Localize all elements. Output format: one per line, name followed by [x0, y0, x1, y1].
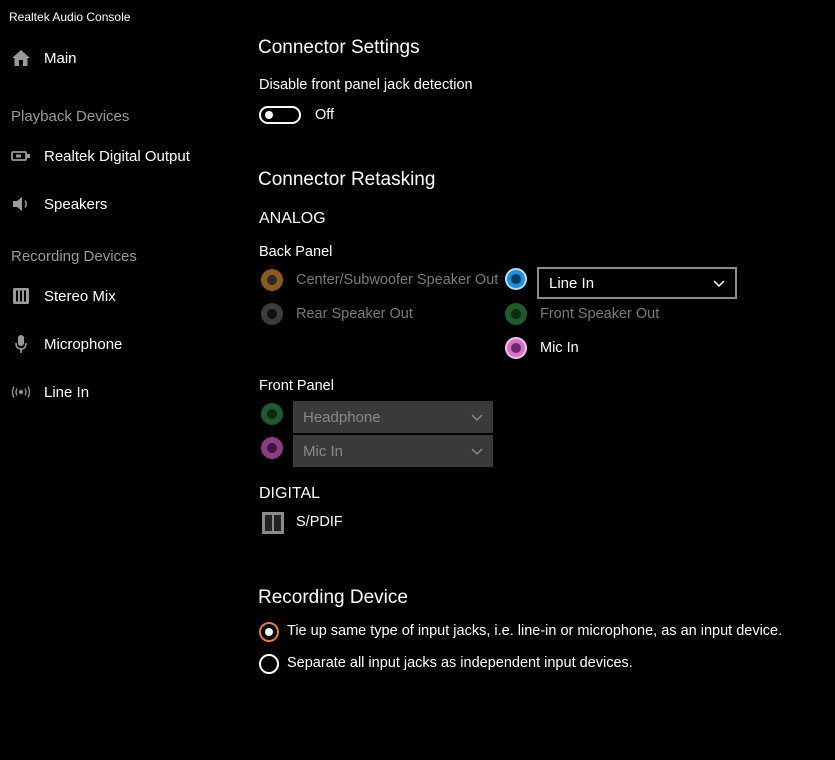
speaker-icon: [10, 193, 32, 215]
app-title: Realtek Audio Console: [9, 10, 131, 24]
digital-label: DIGITAL: [259, 485, 321, 502]
line-in-dropdown-value: Line In: [549, 274, 595, 292]
jack-center-icon: [267, 275, 277, 285]
sidebar-item-stereo-mix[interactable]: Stereo Mix: [0, 278, 230, 314]
stereo-mix-icon: [10, 285, 32, 307]
headphone-dropdown-value: Headphone: [303, 408, 381, 426]
jack-center-icon: [267, 409, 277, 419]
radio-separate-label: Separate all input jacks as independent …: [287, 655, 633, 671]
recording-devices-header: Recording Devices: [11, 248, 137, 265]
jack-rear-speaker-label: Rear Speaker Out: [296, 306, 413, 322]
sidebar-item-line-in[interactable]: Line In: [0, 374, 230, 410]
front-panel-label: Front Panel: [259, 378, 334, 394]
connector-settings-title: Connector Settings: [258, 37, 420, 58]
front-mic-dropdown[interactable]: Mic In: [293, 435, 493, 467]
jack-rear-speaker-icon: [261, 303, 283, 325]
sidebar-item-label: Stereo Mix: [44, 287, 116, 305]
sidebar-item-realtek-digital-output[interactable]: Realtek Digital Output: [0, 138, 230, 174]
headphone-dropdown[interactable]: Headphone: [293, 401, 493, 433]
front-mic-dropdown-value: Mic In: [303, 442, 344, 460]
sidebar-item-label: Speakers: [44, 195, 108, 213]
jack-front-speaker-label: Front Speaker Out: [540, 306, 660, 322]
sidebar-item-label: Microphone: [44, 335, 123, 353]
jack-front-speaker-icon: [505, 303, 527, 325]
jack-center-icon: [511, 343, 521, 353]
sidebar-item-label: Line In: [44, 383, 90, 401]
jack-center-icon: [511, 309, 521, 319]
chevron-down-icon: [471, 409, 483, 426]
connector-retasking-title: Connector Retasking: [258, 169, 436, 190]
sidebar-item-main[interactable]: Main: [0, 40, 230, 76]
jack-detection-label: Disable front panel jack detection: [259, 77, 473, 93]
jack-mic-in-icon[interactable]: [505, 337, 527, 359]
jack-center-icon: [511, 274, 521, 284]
chevron-down-icon: [713, 275, 725, 292]
radio-dot: [265, 628, 273, 636]
jack-mic-in-label: Mic In: [540, 340, 579, 356]
microphone-icon: [10, 333, 32, 355]
recording-device-title: Recording Device: [258, 587, 408, 608]
analog-label: ANALOG: [259, 210, 326, 227]
digital-output-icon: [10, 145, 32, 167]
jack-center-subwoofer-icon: [261, 269, 283, 291]
toggle-state-label: Off: [315, 107, 335, 123]
playback-devices-header: Playback Devices: [11, 108, 130, 125]
jack-center-subwoofer-label: Center/Subwoofer Speaker Out: [296, 272, 499, 288]
sidebar-item-microphone[interactable]: Microphone: [0, 326, 230, 362]
sidebar-item-label: Realtek Digital Output: [44, 147, 190, 165]
front-jack-mic-icon: [261, 437, 283, 459]
front-jack-headphone-icon: [261, 403, 283, 425]
jack-center-icon: [267, 309, 277, 319]
radio-tie-up-inputs[interactable]: [259, 622, 279, 642]
back-panel-label: Back Panel: [259, 244, 333, 260]
home-icon: [10, 47, 32, 69]
spdif-label: S/PDIF: [296, 514, 343, 530]
radio-tie-up-label: Tie up same type of input jacks, i.e. li…: [287, 623, 783, 639]
jack-center-icon: [267, 443, 277, 453]
sidebar-item-label: Main: [44, 49, 77, 67]
sidebar-item-speakers[interactable]: Speakers: [0, 186, 230, 222]
line-in-icon: [10, 381, 32, 403]
radio-separate-inputs[interactable]: [259, 654, 279, 674]
spdif-icon: [261, 511, 285, 540]
toggle-knob: [265, 111, 273, 119]
chevron-down-icon: [471, 443, 483, 460]
jack-detection-toggle[interactable]: [259, 106, 301, 124]
jack-line-in-icon[interactable]: [505, 268, 527, 290]
line-in-dropdown[interactable]: Line In: [537, 267, 737, 299]
